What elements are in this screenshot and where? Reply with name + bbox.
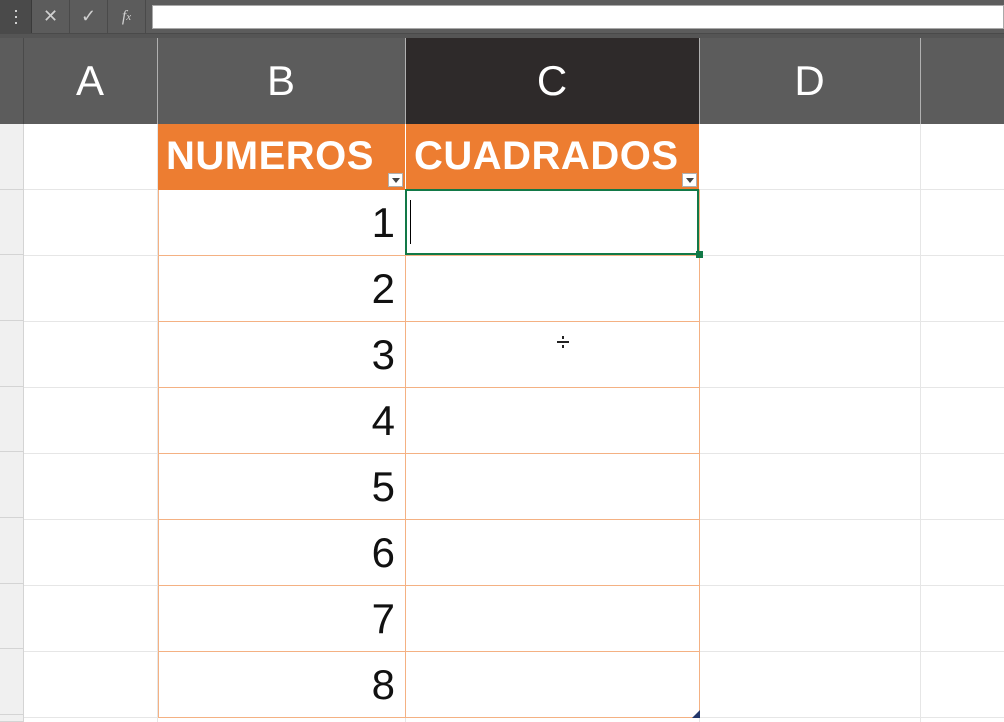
col-header-A[interactable]: A: [24, 38, 158, 124]
cell-A3[interactable]: [24, 256, 158, 322]
cell-A2[interactable]: [24, 190, 158, 256]
worksheet-grid[interactable]: NUMEROS CUADRADOS 1 2: [0, 124, 1004, 722]
cell-A6[interactable]: [24, 454, 158, 520]
cell-C4[interactable]: [406, 322, 700, 388]
cell-B6[interactable]: 5: [158, 454, 406, 520]
cell-A5[interactable]: [24, 388, 158, 454]
cell-E1[interactable]: [921, 124, 1004, 190]
name-box-drag-handle[interactable]: [0, 0, 32, 33]
row-header-3[interactable]: [0, 255, 24, 321]
cell-E8[interactable]: [921, 586, 1004, 652]
cell-D10[interactable]: [700, 718, 921, 722]
row-header-8[interactable]: [0, 584, 24, 650]
cancel-entry-button[interactable]: ✕: [32, 0, 70, 33]
table-header-cuadrados[interactable]: CUADRADOS: [406, 124, 700, 190]
cell-A4[interactable]: [24, 322, 158, 388]
confirm-entry-button[interactable]: ✓: [70, 0, 108, 33]
cell-A1[interactable]: [24, 124, 158, 190]
select-all-corner[interactable]: [0, 38, 24, 124]
cell-B9[interactable]: 8: [158, 652, 406, 718]
fill-handle[interactable]: [696, 251, 703, 258]
cell-C6[interactable]: [406, 454, 700, 520]
cell-D1[interactable]: [700, 124, 921, 190]
cell-D3[interactable]: [700, 256, 921, 322]
cell-B4[interactable]: 3: [158, 322, 406, 388]
cell-B3[interactable]: 2: [158, 256, 406, 322]
cell-B7[interactable]: 6: [158, 520, 406, 586]
insert-function-button[interactable]: fx: [108, 0, 146, 33]
cell-D8[interactable]: [700, 586, 921, 652]
cell-C9[interactable]: [406, 652, 700, 718]
cell-D9[interactable]: [700, 652, 921, 718]
cell-B2[interactable]: 1: [158, 190, 406, 256]
table-resize-handle[interactable]: [692, 710, 700, 718]
cell-C2[interactable]: [406, 190, 700, 256]
row-header-10[interactable]: [0, 715, 24, 722]
cell-C7[interactable]: [406, 520, 700, 586]
cell-E2[interactable]: [921, 190, 1004, 256]
cell-B10[interactable]: [158, 718, 406, 722]
cell-C8[interactable]: [406, 586, 700, 652]
col-header-C[interactable]: C: [406, 38, 700, 124]
cell-C10[interactable]: [406, 718, 700, 722]
row-header-2[interactable]: [0, 190, 24, 256]
cell-E3[interactable]: [921, 256, 1004, 322]
cell-A10[interactable]: [24, 718, 158, 722]
cell-B8[interactable]: 7: [158, 586, 406, 652]
cell-E4[interactable]: [921, 322, 1004, 388]
cell-E10[interactable]: [921, 718, 1004, 722]
cell-D5[interactable]: [700, 388, 921, 454]
row-header-5[interactable]: [0, 387, 24, 453]
col-header-E[interactable]: [921, 38, 1004, 124]
cell-D6[interactable]: [700, 454, 921, 520]
edit-caret: [410, 200, 411, 244]
table-header-label: NUMEROS: [166, 134, 374, 179]
cell-E7[interactable]: [921, 520, 1004, 586]
formula-bar: ✕ ✓ fx: [0, 0, 1004, 34]
formula-input[interactable]: [152, 5, 1004, 29]
table-header-label: CUADRADOS: [414, 134, 679, 179]
cell-E6[interactable]: [921, 454, 1004, 520]
table-header-numeros[interactable]: NUMEROS: [158, 124, 406, 190]
cell-D7[interactable]: [700, 520, 921, 586]
filter-button-cuadrados[interactable]: [682, 173, 697, 187]
cell-D2[interactable]: [700, 190, 921, 256]
cell-E9[interactable]: [921, 652, 1004, 718]
cell-D4[interactable]: [700, 322, 921, 388]
cell-E5[interactable]: [921, 388, 1004, 454]
col-header-D[interactable]: D: [700, 38, 921, 124]
filter-button-numeros[interactable]: [388, 173, 403, 187]
row-header-1[interactable]: [0, 124, 24, 190]
row-header-9[interactable]: [0, 649, 24, 715]
cell-C5[interactable]: [406, 388, 700, 454]
column-headers: A B C D: [0, 34, 1004, 124]
col-header-B[interactable]: B: [158, 38, 406, 124]
cell-A9[interactable]: [24, 652, 158, 718]
cell-A8[interactable]: [24, 586, 158, 652]
cell-A7[interactable]: [24, 520, 158, 586]
row-header-4[interactable]: [0, 321, 24, 387]
cell-B5[interactable]: 4: [158, 388, 406, 454]
row-header-6[interactable]: [0, 452, 24, 518]
row-header-7[interactable]: [0, 518, 24, 584]
cell-C3[interactable]: [406, 256, 700, 322]
row-headers: [0, 124, 24, 722]
